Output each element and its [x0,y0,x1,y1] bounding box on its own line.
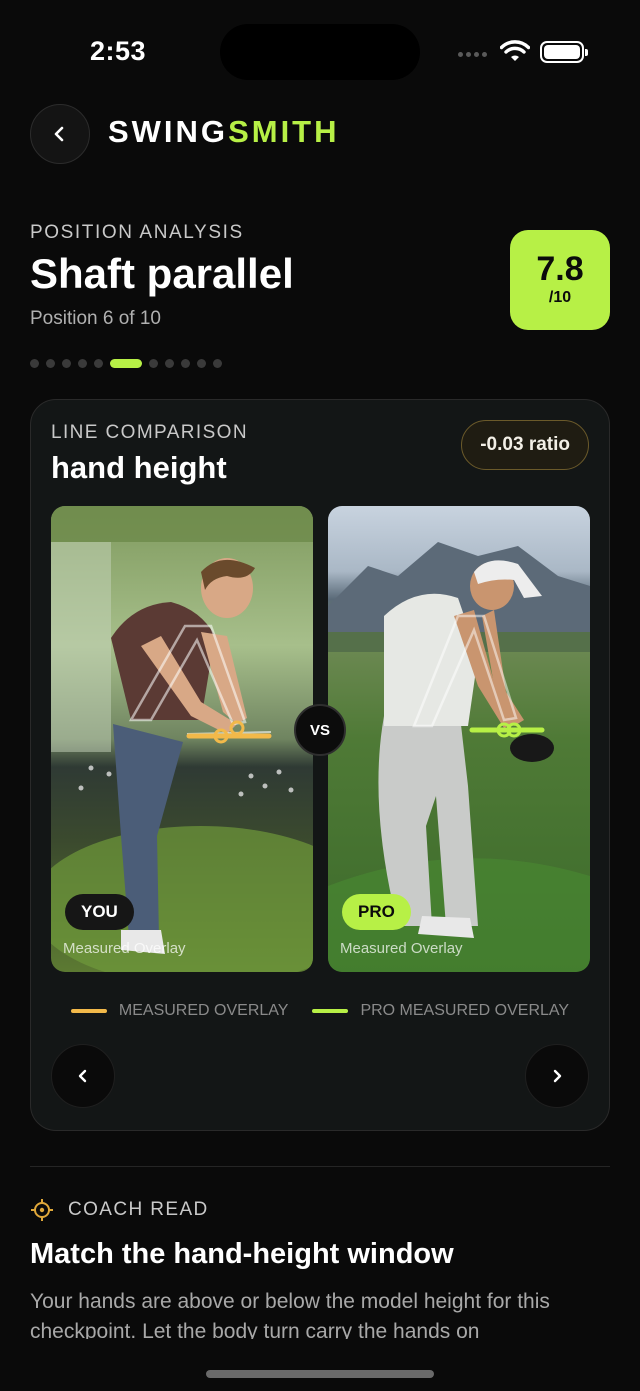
back-button[interactable] [30,104,90,164]
user-overlay-caption: Measured Overlay [63,940,186,957]
pager-dot[interactable] [149,359,158,368]
pro-tag: PRO [342,894,411,930]
pager-dot[interactable] [62,359,71,368]
brand-logo: SWINGSMITH [108,114,340,150]
home-indicator[interactable] [206,1370,434,1378]
position-indicator-text: Position 6 of 10 [30,308,161,329]
pager-dot[interactable] [94,359,103,368]
user-swing-frame[interactable]: YOU Measured Overlay [51,506,313,972]
pager-dot[interactable] [165,359,174,368]
line-comparison-card: LINE COMPARISON hand height -0.03 ratio [30,399,610,1131]
page-title: Shaft parallel [30,250,294,297]
section-divider [30,1166,610,1167]
pager-dot[interactable] [197,359,206,368]
previous-position-button[interactable] [51,1044,115,1108]
status-time: 2:53 [90,36,147,66]
section-label: POSITION ANALYSIS [30,222,244,243]
card-label: LINE COMPARISON [51,422,248,443]
legend-item-measured: MEASURED OVERLAY [70,1002,289,1020]
pager-dot[interactable] [181,359,190,368]
card-title: hand height [51,450,227,485]
score-value: 7.8 [536,250,584,288]
ratio-badge: -0.03 ratio [461,420,589,470]
legend-swatch-pro-measured [312,1009,349,1013]
coach-read-header: COACH READ [30,1198,209,1222]
coach-read-label: COACH READ [68,1199,209,1220]
cellular-signal-icon [458,52,487,57]
pager-dot[interactable] [213,359,222,368]
you-tag: YOU [65,894,134,930]
pager-dot[interactable] [110,359,142,368]
chevron-left-icon [78,1069,87,1083]
battery-icon [540,41,588,63]
brand-text-primary: SWING [108,114,229,149]
pager-dot[interactable] [30,359,39,368]
chevron-right-icon [553,1069,562,1083]
overlay-legend: MEASURED OVERLAY PRO MEASURED OVERLAY [31,1002,609,1020]
coach-read-title: Match the hand-height window [30,1238,454,1270]
pro-swing-frame[interactable]: PRO Measured Overlay [328,506,590,972]
legend-item-pro-measured: PRO MEASURED OVERLAY [312,1002,569,1020]
coach-read-body: Your hands are above or below the model … [30,1290,550,1339]
chevron-left-icon [54,126,64,142]
dynamic-island [220,24,420,80]
score-denominator: /10 [548,289,572,306]
legend-label-pro-measured: PRO MEASURED OVERLAY [360,1002,570,1019]
position-pager-dots[interactable] [30,359,222,368]
pager-dot[interactable] [46,359,55,368]
vs-badge: VS [294,704,346,756]
pager-dot[interactable] [78,359,87,368]
status-bar: 2:53 [0,0,640,100]
legend-swatch-measured [70,1009,107,1013]
brand-text-accent: SMITH [228,114,340,149]
wifi-icon [500,40,530,61]
crosshair-icon [31,1199,53,1221]
pro-overlay-caption: Measured Overlay [340,940,463,957]
legend-label-measured: MEASURED OVERLAY [118,1002,289,1019]
next-position-button[interactable] [525,1044,589,1108]
score-badge: 7.8 /10 [510,230,610,330]
